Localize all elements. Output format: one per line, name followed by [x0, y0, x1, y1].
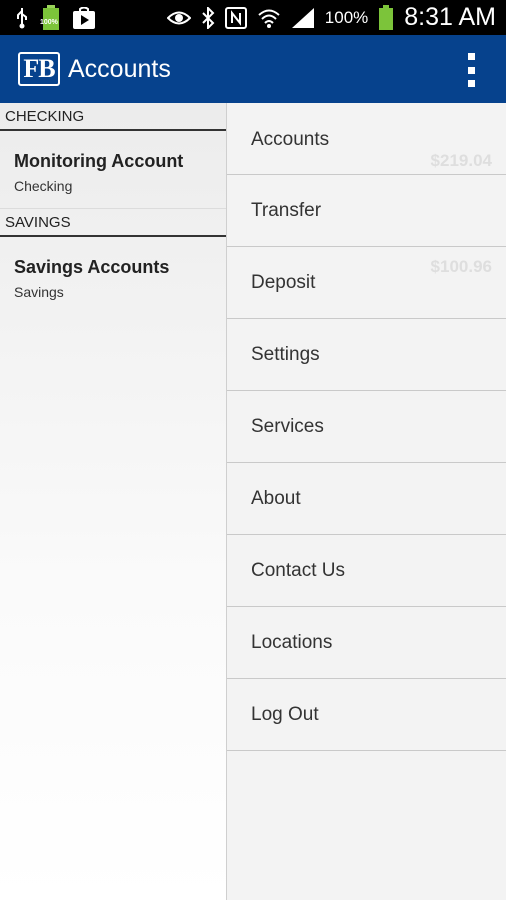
overflow-menu-icon[interactable] — [466, 53, 476, 87]
menu-item-accounts[interactable]: Accounts $219.04 — [227, 103, 506, 175]
account-item-savings[interactable]: Savings Accounts Savings — [0, 237, 226, 315]
menu-item-label: Services — [251, 415, 324, 437]
nfc-icon — [224, 6, 247, 29]
menu-item-label: Locations — [251, 631, 333, 653]
battery-icon — [378, 4, 394, 31]
menu-item-services[interactable]: Services — [227, 391, 506, 463]
menu-item-label: About — [251, 487, 301, 509]
menu-item-settings[interactable]: Settings — [227, 319, 506, 391]
account-type: Checking — [14, 178, 73, 194]
menu-item-label: Deposit — [251, 271, 316, 293]
clock: 8:31 AM — [404, 3, 496, 31]
section-header-checking: CHECKING — [0, 103, 226, 131]
menu-item-deposit[interactable]: Deposit $100.96 — [227, 247, 506, 319]
usb-icon — [14, 7, 30, 29]
notification-icons: 100% — [14, 4, 96, 32]
battery-small-label: 100% — [40, 19, 58, 26]
battery-percent: 100% — [324, 7, 369, 27]
account-type: Savings — [14, 284, 64, 300]
account-balance: $219.04 — [430, 151, 492, 170]
navigation-menu: Accounts $219.04 Transfer Deposit $100.9… — [226, 103, 506, 900]
menu-item-label: Settings — [251, 343, 320, 365]
bank-logo[interactable]: FB — [18, 52, 60, 86]
account-balance: $100.96 — [430, 257, 492, 276]
menu-item-transfer[interactable]: Transfer — [227, 175, 506, 247]
wifi-icon — [257, 7, 281, 29]
account-name: Savings Accounts — [14, 257, 170, 277]
menu-item-label: Accounts — [251, 129, 330, 150]
signal-icon — [291, 7, 315, 29]
status-bar: 100% 100% 8:31 AM — [0, 0, 506, 35]
menu-item-contact-us[interactable]: Contact Us — [227, 535, 506, 607]
menu-item-label: Log Out — [251, 703, 319, 725]
action-bar: FB Accounts — [0, 35, 506, 103]
account-list: CHECKING Monitoring Account Checking SAV… — [0, 103, 226, 900]
account-item-monitoring[interactable]: Monitoring Account Checking — [0, 131, 226, 209]
play-store-icon — [72, 7, 96, 29]
system-icons: 100% 8:31 AM — [166, 0, 496, 35]
account-name: Monitoring Account — [14, 151, 184, 171]
battery-icon: 100% — [40, 5, 60, 31]
menu-item-locations[interactable]: Locations — [227, 607, 506, 679]
menu-item-about[interactable]: About — [227, 463, 506, 535]
menu-item-label: Transfer — [251, 199, 322, 221]
eye-icon — [166, 10, 191, 26]
bluetooth-icon — [201, 6, 215, 29]
menu-item-log-out[interactable]: Log Out — [227, 679, 506, 751]
menu-item-label: Contact Us — [251, 559, 345, 581]
section-header-savings: SAVINGS — [0, 209, 226, 237]
page-title: Accounts — [68, 55, 171, 83]
